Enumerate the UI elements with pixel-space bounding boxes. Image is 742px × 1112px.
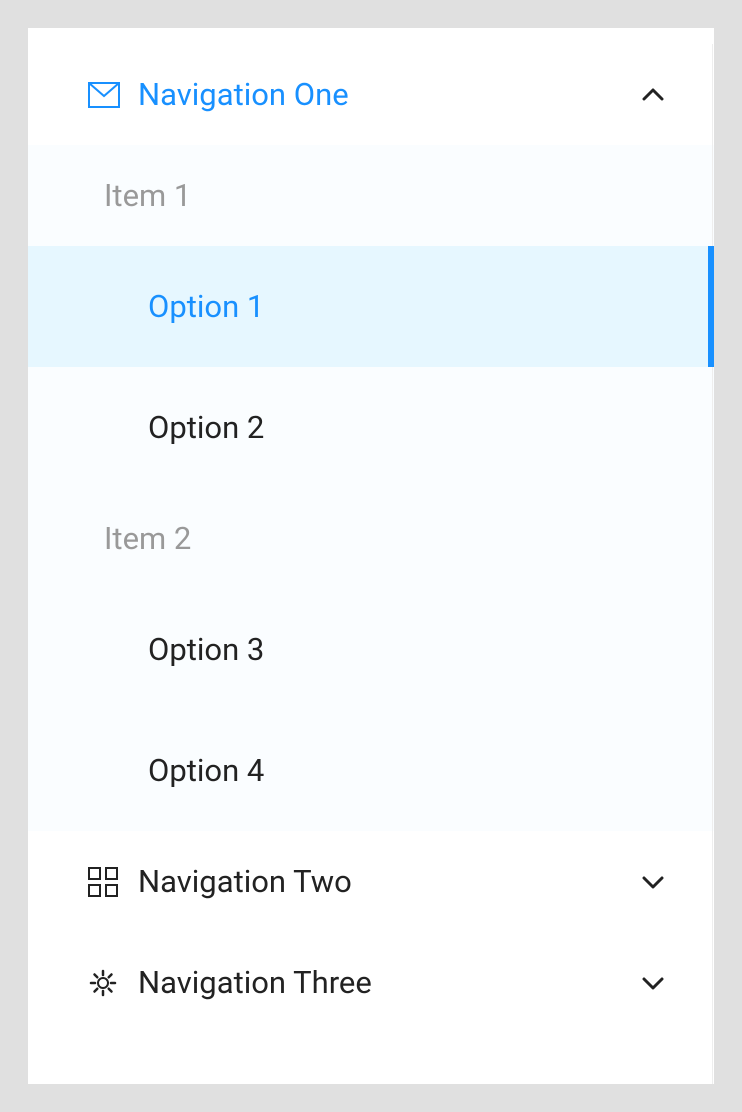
- nav-two-header[interactable]: Navigation Two: [28, 831, 714, 932]
- group-item-2: Item 2: [28, 488, 714, 589]
- option-2-label: Option 2: [148, 409, 264, 446]
- option-4[interactable]: Option 4: [28, 710, 714, 831]
- nav-one-label: Navigation One: [128, 76, 642, 113]
- appstore-icon: [88, 867, 128, 897]
- chevron-down-icon: [642, 875, 664, 889]
- nav-panel: Navigation One Item 1 Option 1 Option 2 …: [28, 28, 714, 1084]
- panel-divider: [712, 44, 713, 1084]
- group-item-1-label: Item 1: [104, 177, 191, 214]
- option-3-label: Option 3: [148, 631, 264, 668]
- option-4-label: Option 4: [148, 752, 264, 789]
- nav-one-submenu: Item 1 Option 1 Option 2 Item 2 Option 3…: [28, 145, 714, 831]
- option-3[interactable]: Option 3: [28, 589, 714, 710]
- nav-two-label: Navigation Two: [128, 863, 642, 900]
- nav-three-header[interactable]: Navigation Three: [28, 932, 714, 1033]
- nav-three-label: Navigation Three: [128, 964, 642, 1001]
- nav-group-one: Navigation One Item 1 Option 1 Option 2 …: [28, 44, 714, 831]
- option-1[interactable]: Option 1: [28, 246, 714, 367]
- chevron-up-icon: [642, 88, 664, 102]
- nav-one-header[interactable]: Navigation One: [28, 44, 714, 145]
- group-item-1: Item 1: [28, 145, 714, 246]
- group-item-2-label: Item 2: [104, 520, 191, 557]
- mail-icon: [88, 82, 128, 108]
- gear-icon: [88, 968, 128, 998]
- nav-group-two: Navigation Two: [28, 831, 714, 932]
- option-1-label: Option 1: [148, 288, 264, 325]
- chevron-down-icon: [642, 976, 664, 990]
- nav-group-three: Navigation Three: [28, 932, 714, 1033]
- option-2[interactable]: Option 2: [28, 367, 714, 488]
